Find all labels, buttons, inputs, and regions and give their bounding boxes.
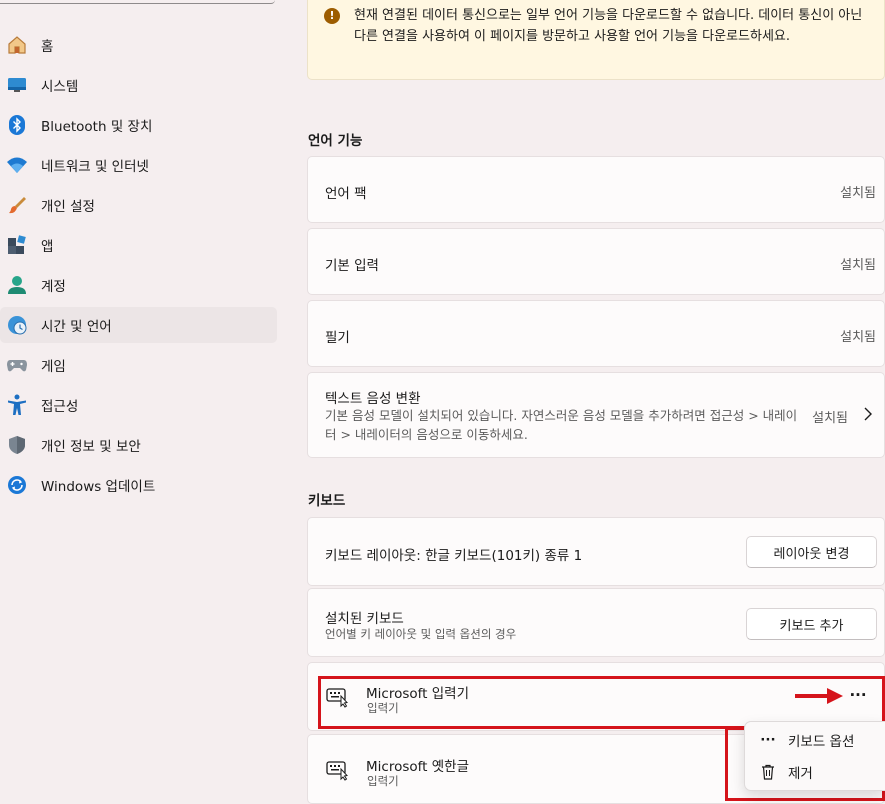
row-label: 필기 [325,330,350,346]
sidebar-item-network[interactable]: 네트워크 및 인터넷 [0,147,277,183]
add-keyboard-button[interactable]: 키보드 추가 [746,608,877,640]
menu-item-keyboard-options[interactable]: ··· 키보드 옵션 [745,725,885,755]
status-installed: 설치됨 [812,411,848,426]
row-label: 언어 팩 [325,186,367,202]
sidebar-item-gaming[interactable]: 게임 [0,347,277,383]
sidebar: 홈 시스템 Bluetooth 및 장치 네트워크 및 인터넷 개인 설정 앱 [0,0,292,804]
menu-item-remove[interactable]: 제거 [745,757,885,787]
sidebar-item-label: 게임 [41,359,66,375]
menu-item-label: 키보드 옵션 [788,734,855,750]
sidebar-item-bluetooth[interactable]: Bluetooth 및 장치 [0,107,277,143]
sidebar-item-label: 네트워크 및 인터넷 [41,159,149,175]
change-layout-button[interactable]: 레이아웃 변경 [746,536,877,568]
sidebar-item-label: Bluetooth 및 장치 [41,119,153,135]
basic-typing-row: 기본 입력 설치됨 [307,228,885,295]
gamepad-icon [6,354,28,376]
row-description: 기본 음성 모델이 설치되어 있습니다. 자연스러운 음성 모델을 추가하려면 … [325,408,798,442]
sidebar-item-accessibility[interactable]: 접근성 [0,387,277,423]
keyboard-context-menu: ··· 키보드 옵션 제거 [744,721,885,791]
warning-icon: ! [324,8,340,24]
account-icon [6,274,28,296]
sidebar-item-label: 개인 정보 및 보안 [41,439,141,455]
keyboard-layout-row: 키보드 레이아웃: 한글 키보드(101키) 종류 1 레이아웃 변경 [307,517,885,586]
keyboard-type: 입력기 [367,774,399,788]
sidebar-item-accounts[interactable]: 계정 [0,267,277,303]
bluetooth-icon [6,114,28,136]
installed-keyboards-subtitle: 언어별 키 레이아웃 및 입력 옵션의 경우 [325,627,517,641]
sidebar-item-windows-update[interactable]: Windows 업데이트 [0,467,277,503]
sidebar-item-label: 계정 [41,279,66,295]
keyboard-layout-label: 키보드 레이아웃: 한글 키보드(101키) 종류 1 [325,548,583,564]
home-icon [6,34,28,56]
handwriting-row: 필기 설치됨 [307,300,885,367]
sidebar-item-time-language[interactable]: 시간 및 언어 [0,307,277,343]
accessibility-icon [6,394,28,416]
row-label: 기본 입력 [325,258,379,274]
brush-icon [6,194,28,216]
sidebar-item-label: 앱 [41,239,54,255]
section-title-language-features: 언어 기능 [308,133,363,149]
metered-connection-warning: ! 현재 연결된 데이터 통신으로는 일부 언어 기능을 다운로드할 수 없습니… [307,0,885,80]
status-installed: 설치됨 [840,258,876,273]
section-title-keyboard: 키보드 [308,493,346,509]
more-icon: ··· [760,732,776,748]
menu-item-label: 제거 [788,766,813,782]
installed-keyboards-title: 설치된 키보드 [325,611,404,627]
apps-icon [6,234,28,256]
sidebar-item-home[interactable]: 홈 [0,27,277,63]
time-language-icon [6,314,28,336]
sidebar-item-privacy[interactable]: 개인 정보 및 보안 [0,427,277,463]
text-to-speech-row[interactable]: 텍스트 음성 변환 기본 음성 모델이 설치되어 있습니다. 자연스러운 음성 … [307,372,885,458]
row-label: 텍스트 음성 변환 [325,391,421,407]
sidebar-item-label: 시스템 [41,79,79,95]
sidebar-item-personalization[interactable]: 개인 설정 [0,187,277,223]
language-pack-row: 언어 팩 설치됨 [307,156,885,223]
search-box-edge[interactable] [0,0,275,4]
chevron-right-icon [862,405,874,423]
installed-keyboards-row: 설치된 키보드 언어별 키 레이아웃 및 입력 옵션의 경우 키보드 추가 [307,588,885,657]
status-installed: 설치됨 [840,186,876,201]
sidebar-item-label: 접근성 [41,399,79,415]
update-icon [6,474,28,496]
sidebar-item-system[interactable]: 시스템 [0,67,277,103]
sidebar-item-apps[interactable]: 앱 [0,227,277,263]
warning-text: 현재 연결된 데이터 통신으로는 일부 언어 기능을 다운로드할 수 없습니다.… [354,8,863,44]
sidebar-item-label: 시간 및 언어 [41,319,112,335]
status-installed: 설치됨 [840,330,876,345]
sidebar-item-label: 홈 [41,39,54,55]
system-icon [6,74,28,96]
sidebar-item-label: 개인 설정 [41,199,95,215]
keyboard-icon [326,759,348,781]
wifi-icon [6,154,28,176]
trash-icon [759,764,777,780]
arrow-icon [795,686,845,706]
sidebar-item-label: Windows 업데이트 [41,479,156,495]
shield-icon [6,434,28,456]
